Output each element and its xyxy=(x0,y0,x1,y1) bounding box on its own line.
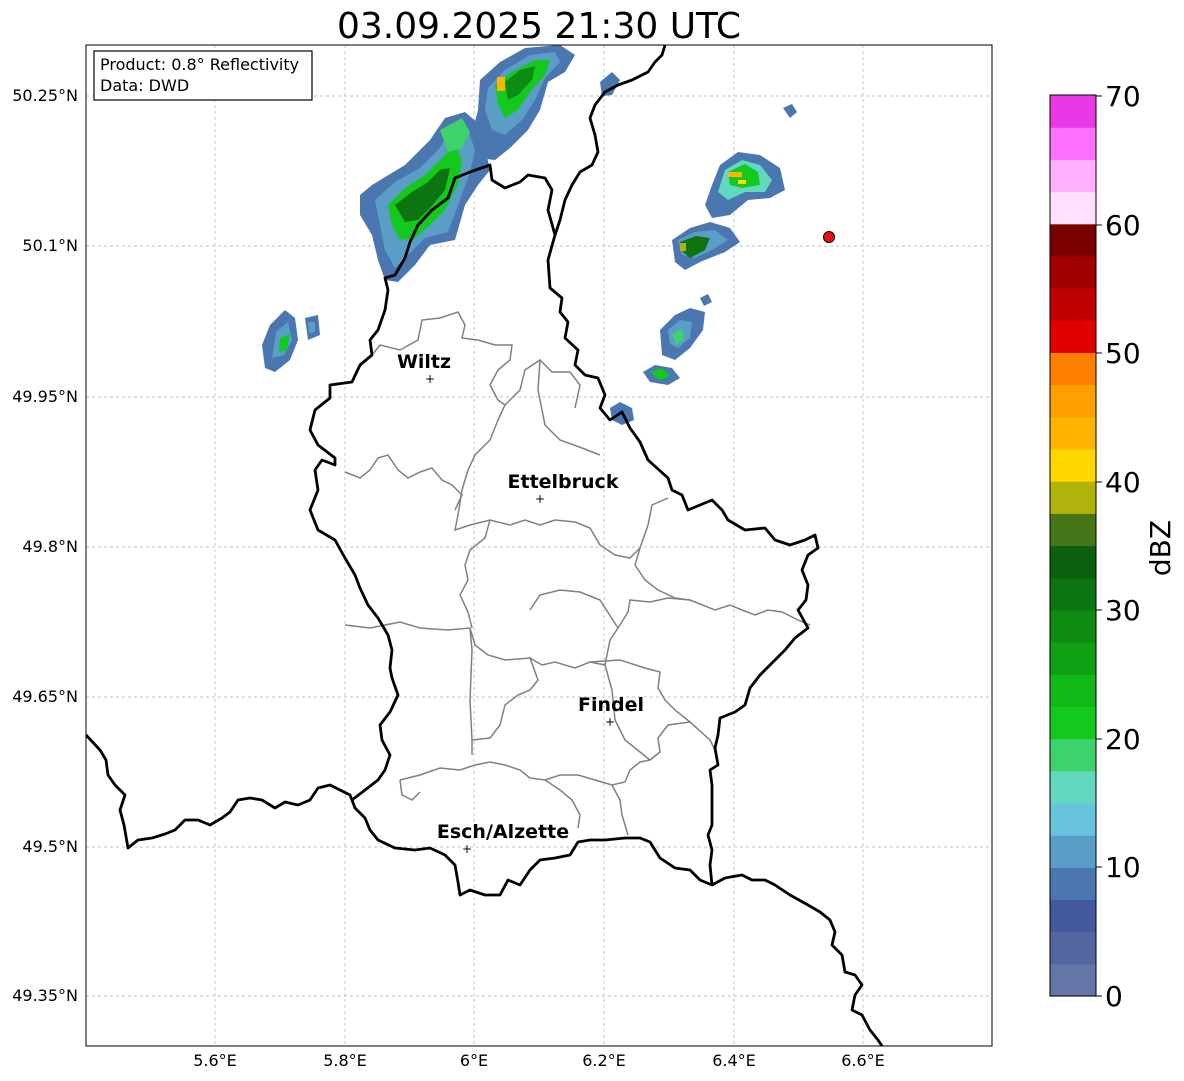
colorbar-segment xyxy=(1050,642,1096,675)
colorbar-segment xyxy=(1050,867,1096,901)
colorbar-segment xyxy=(1050,835,1096,868)
y-tick-label: 49.5°N xyxy=(22,837,78,856)
colorbar-segment xyxy=(1050,545,1096,579)
colorbar-segment xyxy=(1050,963,1096,997)
city-marker-findel: + xyxy=(605,715,615,729)
colorbar-segment xyxy=(1050,609,1096,643)
x-tick-label: 6.6°E xyxy=(841,1051,885,1070)
city-label-ettelbruck: Ettelbruck xyxy=(508,471,619,493)
colorbar-tick-label: 70 xyxy=(1105,80,1141,113)
colorbar-tick-label: 10 xyxy=(1105,851,1141,884)
colorbar-segment xyxy=(1050,481,1096,514)
y-tick-label: 49.35°N xyxy=(12,986,78,1005)
colorbar-ticks: 70 60 50 40 30 20 10 0 xyxy=(1096,80,1141,1013)
map-area xyxy=(86,45,992,1046)
colorbar-segment xyxy=(1050,191,1096,225)
city-label-esch: Esch/Alzette xyxy=(437,821,569,843)
city-marker-wiltz: + xyxy=(425,372,435,386)
colorbar-segment xyxy=(1050,802,1096,836)
colorbar-segment xyxy=(1050,127,1096,160)
colorbar-segment xyxy=(1050,513,1096,547)
x-tick-label: 6°E xyxy=(460,1051,488,1070)
colorbar-segment xyxy=(1050,288,1096,321)
colorbar-segment xyxy=(1050,577,1096,611)
colorbar-tick-label: 0 xyxy=(1105,980,1123,1013)
info-data-source: Data: DWD xyxy=(100,76,189,95)
y-tick-label: 49.8°N xyxy=(22,537,78,556)
colorbar: 70 60 50 40 30 20 10 0 dBZ xyxy=(1049,80,1177,1013)
colorbar-segment xyxy=(1050,223,1096,257)
city-marker-esch: + xyxy=(462,842,472,856)
colorbar-tick-label: 30 xyxy=(1105,594,1141,627)
radar-site-marker xyxy=(823,231,835,243)
x-tick-label: 5.8°E xyxy=(323,1051,367,1070)
colorbar-tick-label: 50 xyxy=(1105,337,1141,370)
colorbar-segment xyxy=(1050,320,1096,354)
colorbar-segment xyxy=(1050,416,1096,450)
colorbar-segment xyxy=(1050,770,1096,804)
colorbar-segment xyxy=(1050,674,1096,707)
colorbar-label: dBZ xyxy=(1144,520,1177,576)
map-title: 03.09.2025 21:30 UTC xyxy=(337,6,741,47)
y-tick-label: 50.25°N xyxy=(12,86,78,105)
colorbar-segment xyxy=(1050,899,1096,933)
x-tick-label: 5.6°E xyxy=(193,1051,237,1070)
city-marker-ettelbruck: + xyxy=(535,492,545,506)
y-tick-label: 50.1°N xyxy=(22,236,78,255)
colorbar-tick-label: 40 xyxy=(1105,466,1141,499)
colorbar-segment xyxy=(1050,95,1096,128)
x-tick-label: 6.2°E xyxy=(582,1051,626,1070)
colorbar-segment xyxy=(1050,159,1096,193)
y-axis-labels: 50.25°N 50.1°N 49.95°N 49.8°N 49.65°N 49… xyxy=(12,86,78,1005)
colorbar-segments xyxy=(1050,95,1096,997)
x-axis-labels: 5.6°E 5.8°E 6°E 6.2°E 6.4°E 6.6°E xyxy=(193,1051,885,1070)
colorbar-segment xyxy=(1050,255,1096,289)
city-label-findel: Findel xyxy=(578,694,644,716)
colorbar-segment xyxy=(1050,384,1096,418)
radar-map-figure: 03.09.2025 21:30 UTC Wiltz + Ettelbruck … xyxy=(12,6,1177,1070)
colorbar-segment xyxy=(1050,931,1096,965)
y-tick-label: 49.95°N xyxy=(12,387,78,406)
colorbar-segment xyxy=(1050,738,1096,772)
colorbar-segment xyxy=(1050,352,1096,386)
info-box: Product: 0.8° Reflectivity Data: DWD xyxy=(93,50,313,101)
colorbar-tick-label: 20 xyxy=(1105,723,1141,756)
y-tick-label: 49.65°N xyxy=(12,687,78,706)
x-tick-label: 6.4°E xyxy=(712,1051,756,1070)
city-label-wiltz: Wiltz xyxy=(397,351,451,373)
info-product: Product: 0.8° Reflectivity xyxy=(100,55,299,74)
colorbar-tick-label: 60 xyxy=(1105,209,1141,242)
colorbar-segment xyxy=(1050,706,1096,740)
colorbar-segment xyxy=(1050,448,1096,482)
